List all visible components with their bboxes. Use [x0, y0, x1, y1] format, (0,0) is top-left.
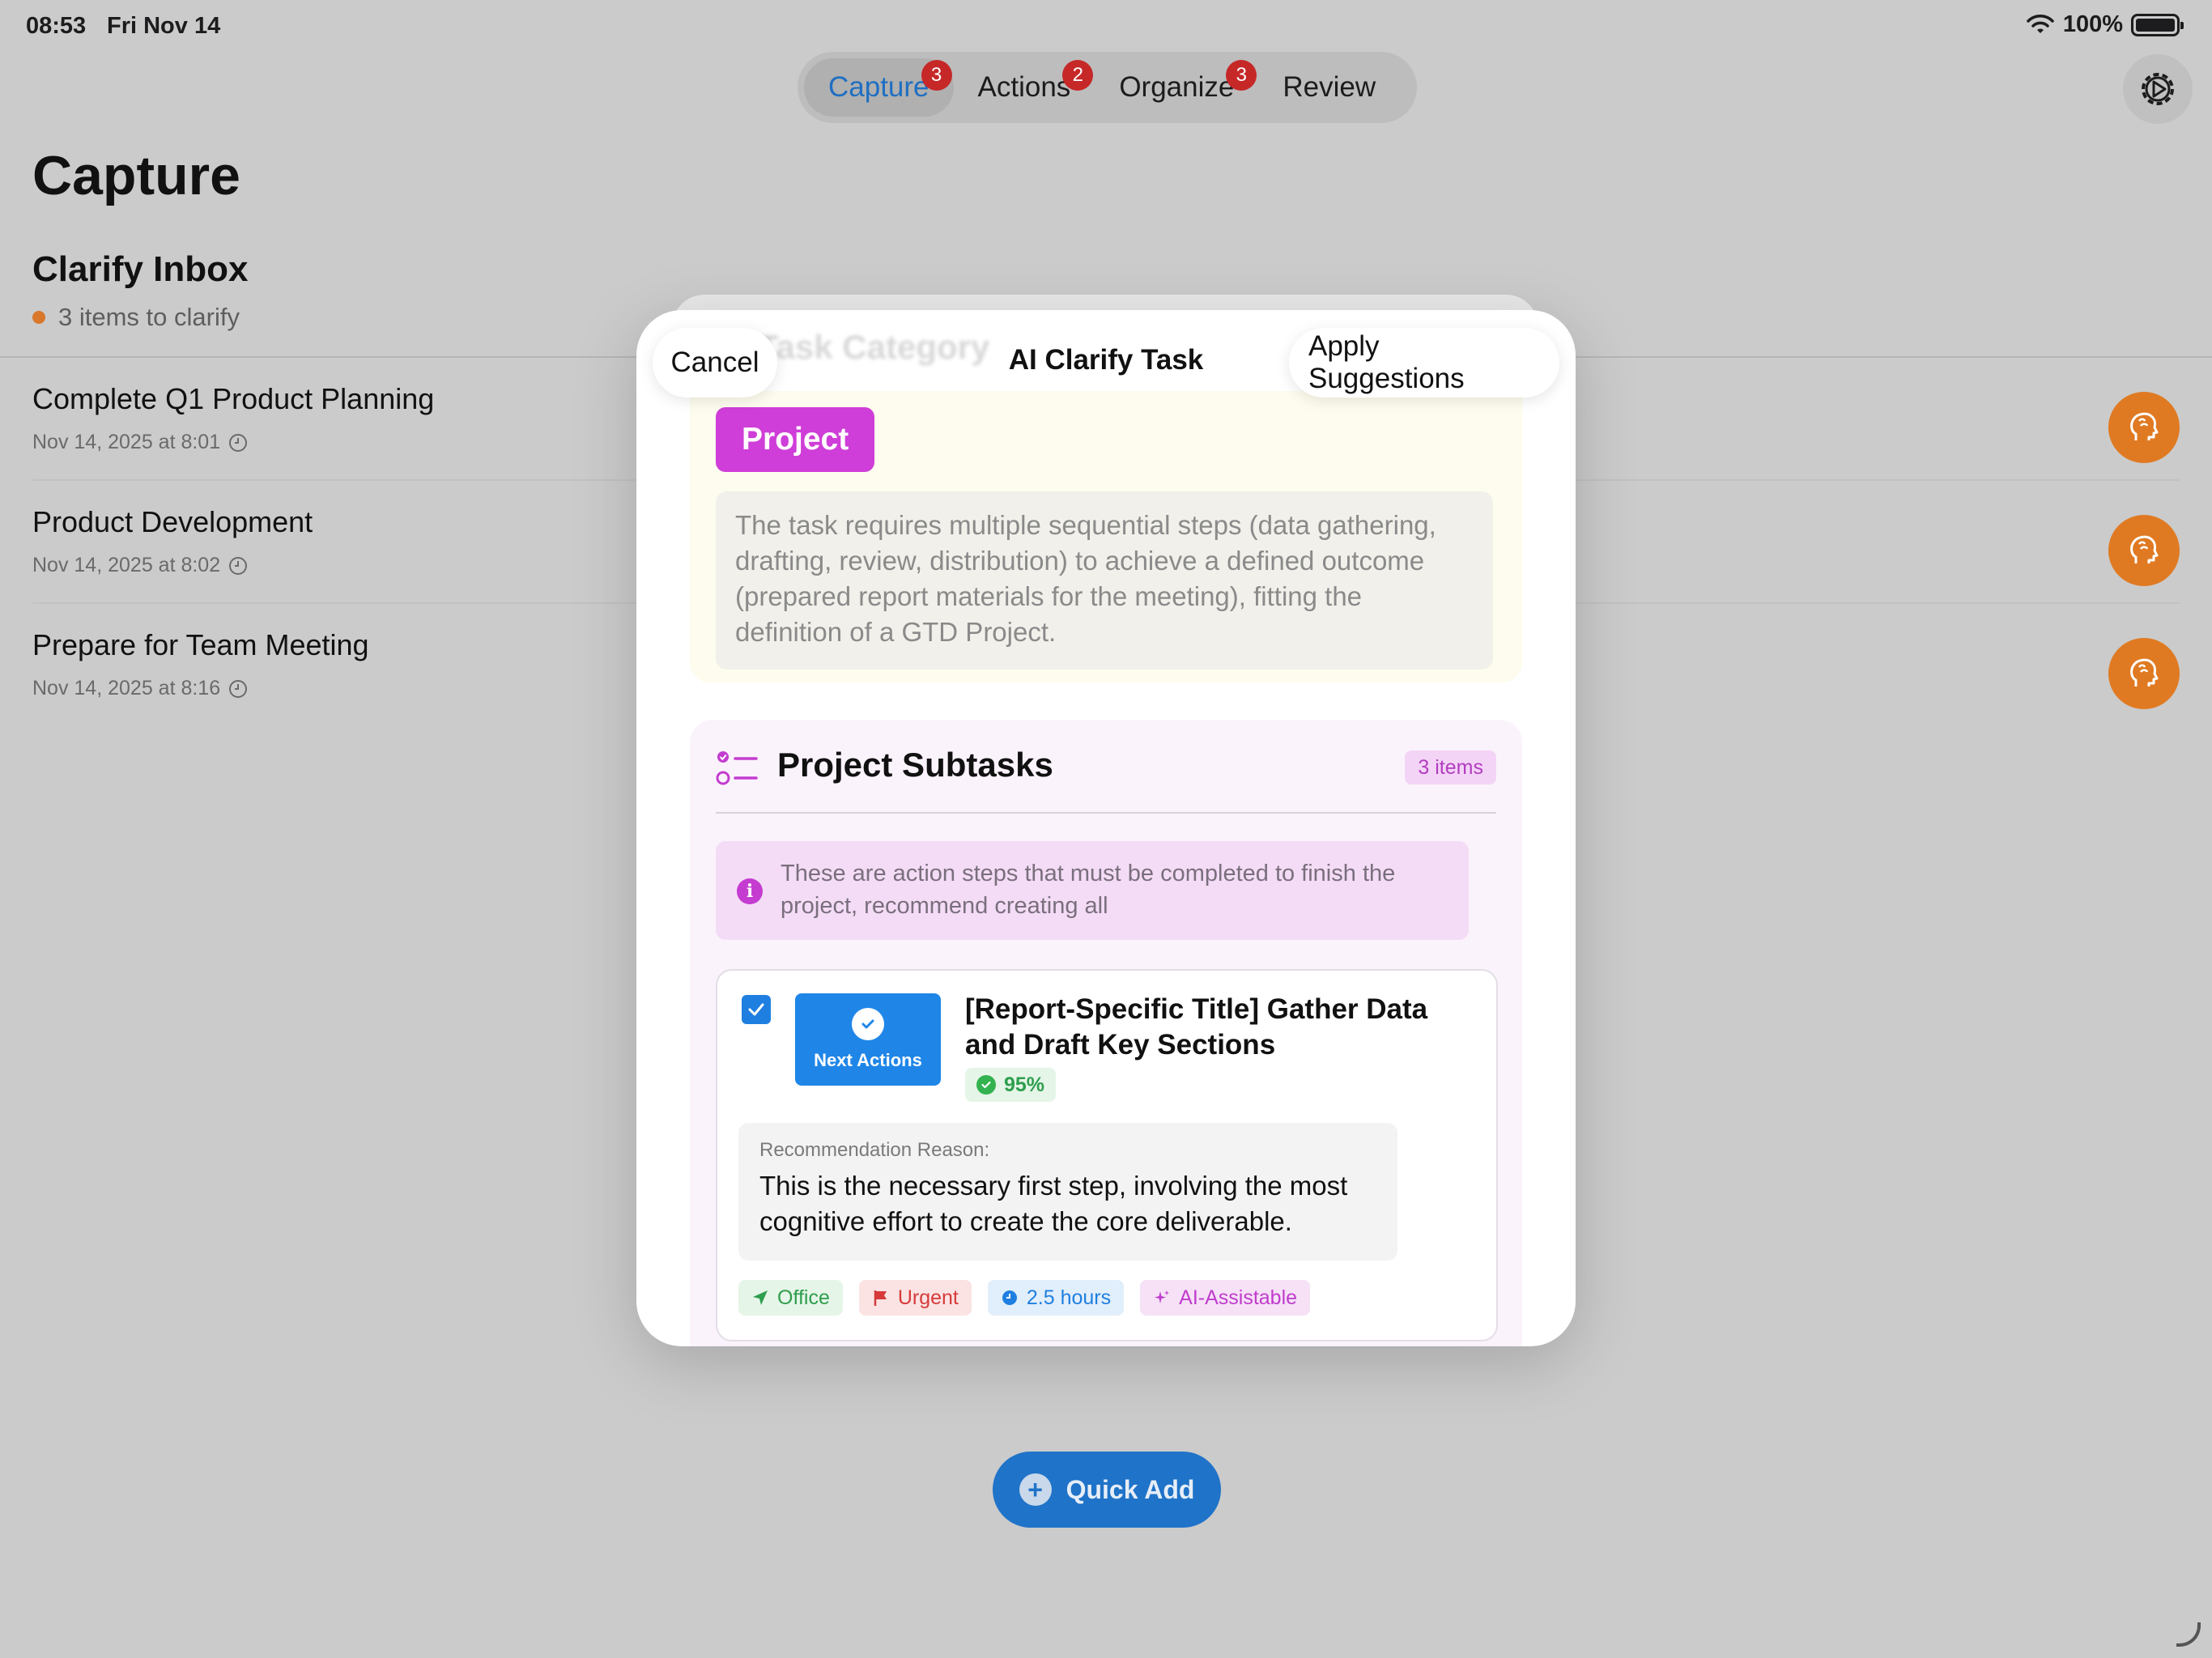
tag-duration: 2.5 hours	[987, 1280, 1125, 1316]
page-title: Capture	[32, 145, 240, 206]
tag-ai: AI-Assistable	[1140, 1280, 1311, 1316]
status-right: 100%	[2026, 11, 2184, 38]
item-title: Complete Q1 Product Planning	[32, 382, 435, 415]
subtasks-card: Project Subtasks 3 items i These are act…	[690, 720, 1522, 1346]
tab-label: Organize	[1119, 71, 1235, 103]
location-arrow-icon	[753, 1290, 768, 1305]
info-note: i These are action steps that must be co…	[716, 841, 1469, 940]
item-date: Nov 14, 2025 at 8:02	[32, 554, 221, 576]
reason-text: This is the necessary first step, involv…	[759, 1171, 1348, 1236]
flag-icon	[874, 1290, 887, 1306]
category-reason: The task requires multiple sequential st…	[716, 491, 1493, 670]
ai-clarify-modal: Project The task requires multiple seque…	[636, 310, 1576, 1346]
tab-label: Capture	[828, 71, 929, 103]
confidence-badge: 95%	[965, 1068, 1057, 1102]
wifi-icon	[2027, 14, 2054, 33]
battery-icon	[2131, 13, 2184, 36]
item-meta: Nov 14, 2025 at 8:02	[32, 554, 248, 577]
item-meta: Nov 14, 2025 at 8:01	[32, 431, 248, 454]
item-date: Nov 14, 2025 at 8:16	[32, 677, 221, 699]
brain-head-icon	[2130, 535, 2159, 563]
check-circle-icon	[976, 1075, 996, 1095]
reason-label: Recommendation Reason:	[759, 1139, 990, 1161]
tab-badge: 2	[1062, 60, 1094, 91]
clarify-button[interactable]	[2108, 638, 2180, 709]
tab-badge: 3	[921, 60, 952, 91]
clarify-button[interactable]	[2108, 515, 2180, 586]
tag-priority: Urgent	[858, 1280, 972, 1316]
brain-head-icon	[2130, 412, 2159, 440]
tab-review[interactable]: Review	[1258, 58, 1400, 117]
checkmark-circle-icon	[852, 1008, 884, 1040]
checkmark-icon	[748, 1003, 764, 1016]
next-actions-category-tile[interactable]: Next Actions	[795, 993, 941, 1086]
info-icon: i	[737, 878, 763, 904]
tab-actions[interactable]: Actions 2	[954, 58, 1095, 117]
clock-icon	[229, 433, 248, 452]
subtask-checkbox[interactable]	[742, 995, 771, 1024]
battery-percent: 100%	[2062, 11, 2123, 37]
category-card: Project The task requires multiple seque…	[690, 391, 1522, 682]
gear-icon	[2142, 73, 2174, 105]
item-date: Nov 14, 2025 at 8:01	[32, 431, 221, 453]
subtasks-title: Project Subtasks	[777, 746, 1053, 784]
resize-handle-icon	[2176, 1622, 2201, 1647]
recommendation-reason: Recommendation Reason: This is the neces…	[738, 1123, 1397, 1261]
tag-label: 2.5 hours	[1026, 1286, 1112, 1309]
confidence-value: 95%	[1004, 1073, 1045, 1096]
clock-icon	[1002, 1290, 1017, 1305]
quick-add-button[interactable]: + Quick Add	[993, 1452, 1221, 1528]
item-meta: Nov 14, 2025 at 8:16	[32, 677, 248, 700]
tag-label: Office	[777, 1286, 830, 1309]
subtask-card: Next Actions [Report-Specific Title] Gat…	[716, 969, 1498, 1341]
tag-context: Office	[738, 1280, 843, 1316]
tag-label: AI-Assistable	[1179, 1286, 1298, 1309]
checklist-icon	[716, 751, 758, 785]
tag-label: Urgent	[897, 1286, 959, 1309]
category-label: Next Actions	[814, 1050, 922, 1070]
status-dot-icon	[32, 311, 45, 324]
inbox-subtitle: 3 items to clarify	[32, 303, 240, 332]
settings-button[interactable]	[2123, 54, 2193, 124]
sparkles-icon	[1155, 1290, 1170, 1303]
apply-suggestions-button[interactable]: Apply Suggestions	[1289, 328, 1559, 397]
subtasks-count-badge: 3 items	[1405, 750, 1496, 784]
tab-bar: Capture 3 Actions 2 Organize 3 Review	[798, 52, 1417, 123]
clarify-button[interactable]	[2108, 392, 2180, 463]
status-time: 08:53	[26, 13, 87, 39]
clock-icon	[229, 556, 248, 575]
info-text: These are action steps that must be comp…	[781, 861, 1396, 919]
tab-organize[interactable]: Organize 3	[1095, 58, 1258, 117]
tab-badge: 3	[1226, 60, 1257, 91]
brain-head-icon	[2130, 658, 2159, 687]
divider	[716, 812, 1496, 814]
category-chip[interactable]: Project	[716, 407, 875, 472]
item-title: Prepare for Team Meeting	[32, 628, 369, 661]
modal-header: Task Category AI Clarify Task Cancel App…	[636, 310, 1576, 407]
status-bar: 08:53 Fri Nov 14 100%	[0, 0, 2212, 52]
cancel-button[interactable]: Cancel	[653, 328, 777, 397]
tab-capture[interactable]: Capture 3	[804, 58, 954, 117]
plus-icon: +	[1019, 1473, 1052, 1506]
status-date: Fri Nov 14	[107, 13, 221, 39]
tab-label: Actions	[977, 71, 1071, 103]
quick-add-label: Quick Add	[1066, 1474, 1195, 1504]
clock-icon	[229, 679, 248, 698]
tab-label: Review	[1283, 71, 1376, 103]
tag-list: Office Urgent 2.5 hours AI-Assistable	[738, 1280, 1311, 1316]
inbox-count: 3 items to clarify	[58, 303, 240, 331]
inbox-title: Clarify Inbox	[32, 249, 249, 289]
item-title: Product Development	[32, 505, 313, 538]
subtask-title: [Report-Specific Title] Gather Data and …	[965, 993, 1428, 1061]
